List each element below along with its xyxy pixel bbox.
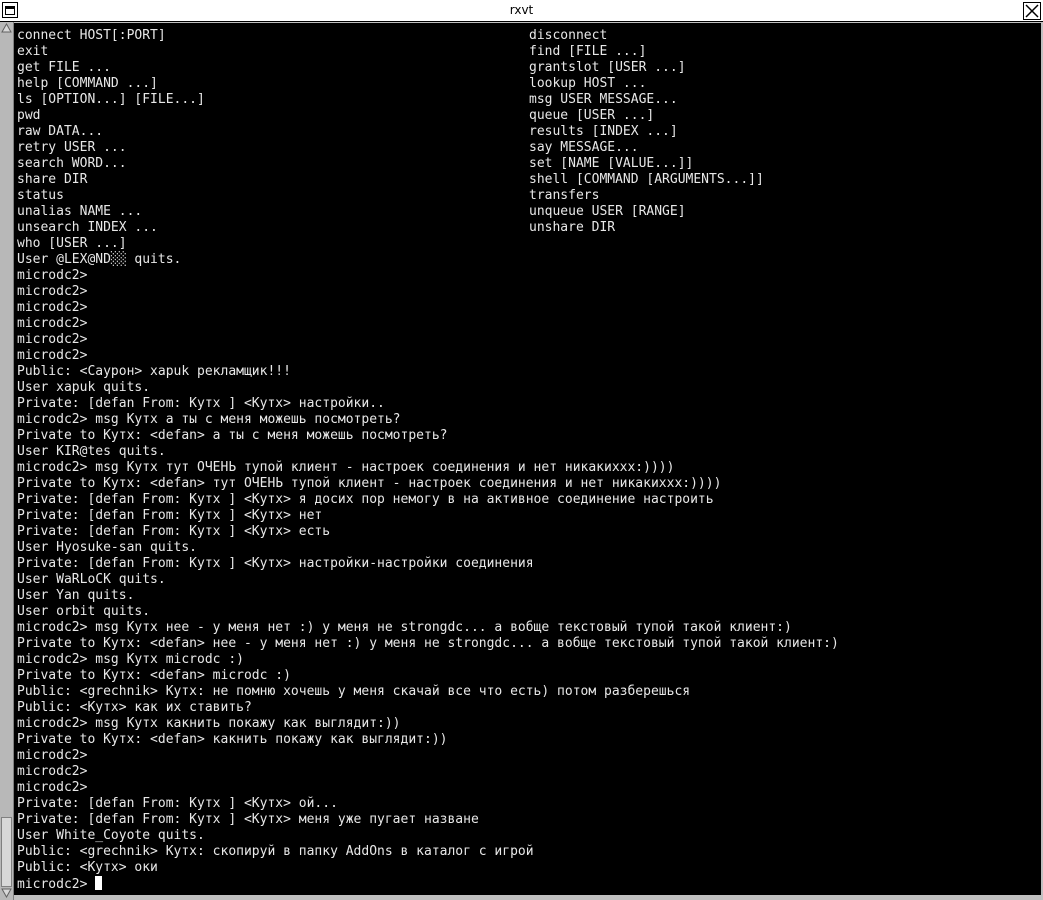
- help-command: connect HOST[:PORT]: [17, 28, 166, 43]
- log-line: User KIR@tes quits.: [17, 444, 166, 459]
- log-line: Private: [defan From: Кутх ] <Кутх> я до…: [17, 492, 714, 507]
- chat-log: User @LEX@ND░░ quits. microdc2> microdc2> m…: [17, 252, 839, 892]
- help-column-left: connect HOST[:PORT] exit get FILE ... help …: [17, 28, 205, 252]
- log-line: Private to Кутх: <defan> тут ОЧЕНЬ тупой…: [17, 476, 722, 491]
- log-line: Private: [defan From: Кутх ] <Кутх> наст…: [17, 396, 385, 411]
- help-command: transfers: [529, 188, 600, 203]
- help-command: help [COMMAND ...]: [17, 76, 158, 91]
- log-line: microdc2>: [17, 316, 88, 331]
- log-line: microdc2>: [17, 300, 88, 315]
- log-line: Public: <Саурон> xapuk рекламщик!!!: [17, 364, 291, 379]
- log-line: microdc2>: [17, 348, 88, 363]
- help-command: retry USER ...: [17, 140, 127, 155]
- log-line: User Hyosuke-san quits.: [17, 540, 198, 555]
- log-line: User xapuk quits.: [17, 380, 151, 395]
- help-command: search WORD...: [17, 156, 127, 171]
- log-line: microdc2>: [17, 284, 88, 299]
- log-line: User WaRLoCK quits.: [17, 572, 166, 587]
- log-line: microdc2> msg Кутх нее - у меня нет :) у…: [17, 620, 792, 635]
- log-line: Private: [defan From: Кутх ] <Кутх> есть: [17, 524, 331, 539]
- log-line: User @LEX@ND░░ quits.: [17, 252, 182, 267]
- window-title: rxvt: [509, 3, 534, 17]
- log-line: Private: [defan From: Кутх ] <Кутх> нет: [17, 508, 323, 523]
- help-command: exit: [17, 44, 49, 59]
- log-line: microdc2>: [17, 764, 88, 779]
- help-command: disconnect: [529, 28, 608, 43]
- prompt-text: microdc2>: [17, 877, 88, 892]
- title-bar[interactable]: rxvt: [0, 0, 1043, 22]
- scroll-up-arrow-icon[interactable]: [1, 23, 12, 33]
- help-command: shell [COMMAND [ARGUMENTS...]]: [529, 172, 764, 187]
- log-line: microdc2>: [17, 268, 88, 283]
- close-icon[interactable]: [1023, 2, 1041, 20]
- log-line: Private to Кутх: <defan> нее - у меня не…: [17, 636, 839, 651]
- help-command: raw DATA...: [17, 124, 104, 139]
- log-line: Private: [defan From: Кутх ] <Кутх> ой..…: [17, 796, 338, 811]
- log-line: Private: [defan From: Кутх ] <Кутх> наст…: [17, 556, 534, 571]
- help-command: status: [17, 188, 64, 203]
- log-line: microdc2> msg Кутх microdc :): [17, 652, 244, 667]
- log-line: Private to Кутх: <defan> microdc :): [17, 668, 291, 683]
- log-line: Private: [defan From: Кутх ] <Кутх> меня…: [17, 812, 479, 827]
- help-command: grantslot [USER ...]: [529, 60, 686, 75]
- help-command: ls [OPTION...] [FILE...]: [17, 92, 205, 107]
- help-command: share DIR: [17, 172, 88, 187]
- help-command: say MESSAGE...: [529, 140, 639, 155]
- help-command: results [INDEX ...]: [529, 124, 678, 139]
- help-command: pwd: [17, 108, 41, 123]
- help-command: set [NAME [VALUE...]]: [529, 156, 694, 171]
- log-line: Private to Кутх: <defan> какнить покажу …: [17, 732, 448, 747]
- help-command: unsearch INDEX ...: [17, 220, 158, 235]
- text-cursor: [95, 876, 103, 890]
- scroll-down-arrow-icon[interactable]: [1, 888, 12, 898]
- command-prompt[interactable]: microdc2>: [17, 876, 839, 892]
- log-line: User Yan quits.: [17, 588, 135, 603]
- help-command: lookup HOST ...: [529, 76, 647, 91]
- log-line: User orbit quits.: [17, 604, 151, 619]
- help-command: unshare DIR: [529, 220, 616, 235]
- vertical-scrollbar[interactable]: [0, 22, 14, 900]
- window-bottom-border: [14, 895, 1043, 900]
- log-line: microdc2>: [17, 332, 88, 347]
- log-line: Public: <grechnik> Кутх: не помню хочешь…: [17, 684, 691, 699]
- log-line: microdc2> msg Кутх а ты с меня можешь по…: [17, 412, 401, 427]
- log-line: microdc2> msg Кутх тут ОЧЕНЬ тупой клиен…: [17, 460, 675, 475]
- log-line: microdc2>: [17, 780, 88, 795]
- help-command: find [FILE ...]: [529, 44, 647, 59]
- log-line: Public: <Кутх> как их ставить?: [17, 700, 252, 715]
- log-line: Public: <grechnik> Кутх: скопируй в папк…: [17, 844, 534, 859]
- log-line: microdc2> msg Кутх какнить покажу как вы…: [17, 716, 401, 731]
- help-command: unalias NAME ...: [17, 204, 143, 219]
- rxvt-window: rxvt connect HOST[:PORT] exit get FILE ...…: [0, 0, 1043, 900]
- log-line: Public: <Кутх> оки: [17, 860, 158, 875]
- terminal-output[interactable]: connect HOST[:PORT] exit get FILE ... help …: [14, 23, 1041, 895]
- log-line: Private to Кутх: <defan> а ты с меня мож…: [17, 428, 448, 443]
- scroll-thumb[interactable]: [1, 817, 12, 887]
- log-line: User White_Coyote quits.: [17, 828, 205, 843]
- help-column-right: disconnect find [FILE ...] grantslot [USER…: [529, 28, 764, 236]
- help-command: unqueue USER [RANGE]: [529, 204, 686, 219]
- help-command: who [USER ...]: [17, 236, 127, 251]
- help-command: get FILE ...: [17, 60, 111, 75]
- help-command: queue [USER ...]: [529, 108, 655, 123]
- log-line: microdc2>: [17, 748, 88, 763]
- help-command: msg USER MESSAGE...: [529, 92, 678, 107]
